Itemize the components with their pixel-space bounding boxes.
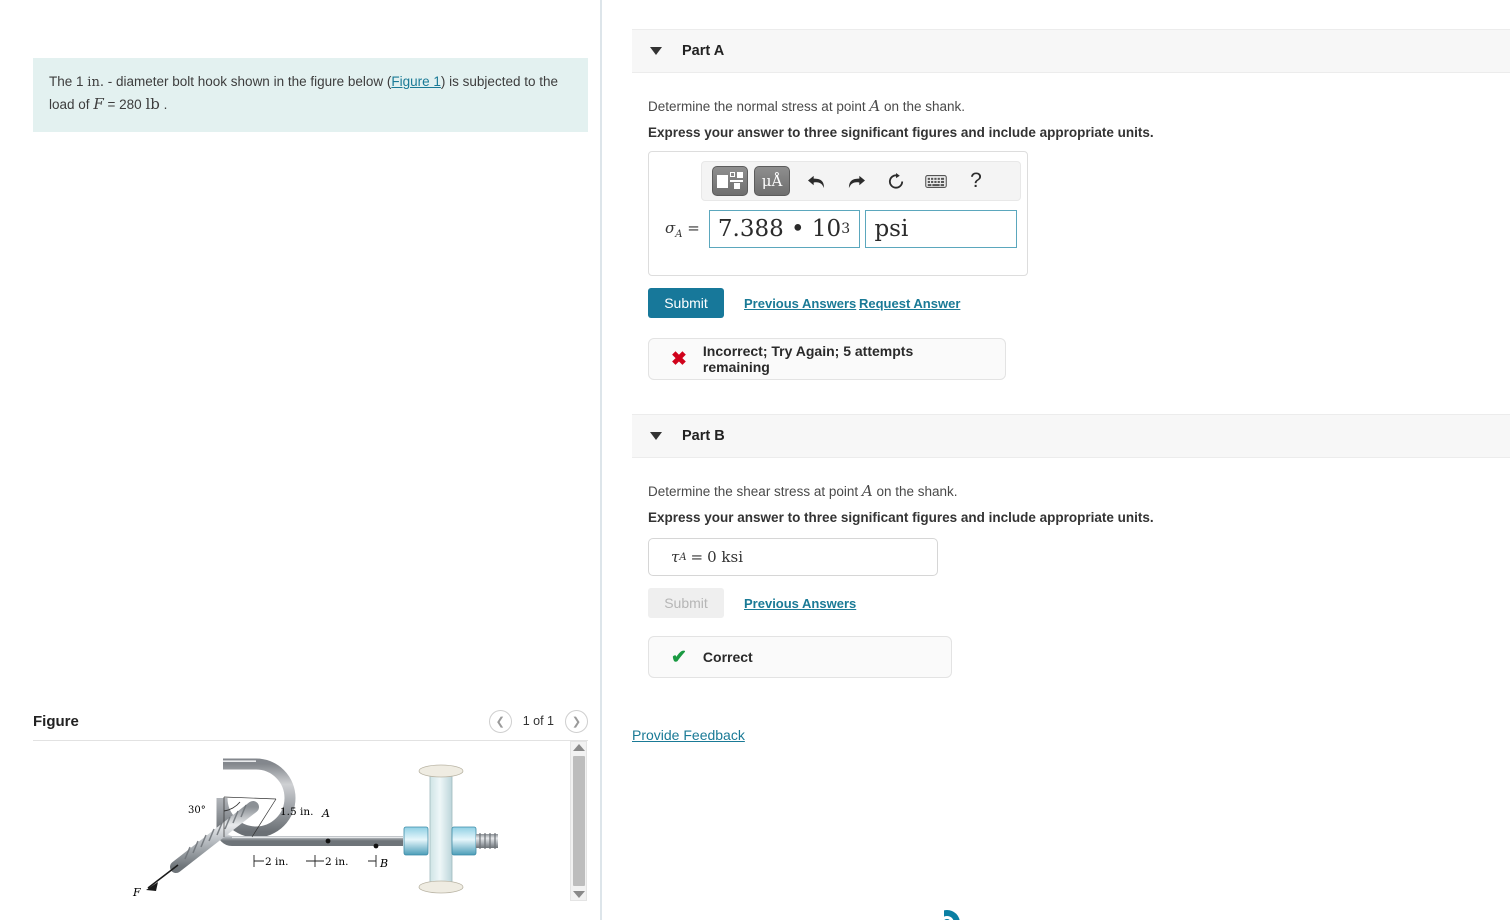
part-a-submit-button[interactable]: Submit [648,288,724,318]
figure-angle-label: 30° [188,805,206,816]
scroll-up-arrow-icon[interactable] [572,744,585,751]
part-a-value-input[interactable]: 7.388 • 10 3 [708,210,861,248]
figure-header: Figure ❮ 1 of 1 ❯ [33,703,588,739]
figure-1-link[interactable]: Figure 1 [391,74,441,89]
part-a-feedback-text: Incorrect; Try Again; 5 attempts remaini… [702,343,914,375]
part-a-request-answer-link[interactable]: Request Answer [859,296,960,311]
part-a-units-value: psi [874,216,909,242]
reset-circle-icon[interactable] [876,166,916,196]
force-unit: lb [145,95,160,114]
caret-down-icon[interactable] [650,47,662,55]
part-a-units-input[interactable]: psi [865,210,1017,248]
figure-radius-label: 1.5 in. [280,806,314,818]
part-a-feedback: ✖ Incorrect; Try Again; 5 attempts remai… [648,338,1006,380]
part-b-answer-equals: = [690,548,704,566]
part-b-prompt-after: on the shank. [876,484,958,499]
check-mark-icon: ✔ [671,646,687,668]
bolt-hook-diagram: F 30° 1.5 in. A B 2 in. 2 in. [128,749,508,904]
undo-arrow-icon[interactable] [796,166,836,196]
problem-period: . [163,97,168,113]
partial-badge-icon[interactable] [934,905,978,920]
part-b-prompt-before: Determine the shear stress at point [648,484,859,499]
part-b-feedback: ✔ Correct [648,636,952,678]
part-a-prompt-before: Determine the normal stress at point [648,99,866,114]
scroll-down-arrow-icon[interactable] [572,891,585,898]
problem-statement: The 1 in. - diameter bolt hook shown in … [33,58,588,133]
right-panel: Part A Determine the normal stress at po… [604,0,1510,920]
part-a-answer-widget: μÅ ? σA = 7.388 • 10 3 psi [648,151,1028,276]
math-template-icon[interactable] [712,166,748,196]
problem-text-before: The 1 [49,74,84,89]
redo-arrow-icon[interactable] [836,166,876,196]
part-a-label: Part A [682,43,725,59]
part-b-answer-value: 0 ksi [707,548,744,566]
part-a-instruction: Express your answer to three significant… [648,125,1154,140]
caret-down-icon[interactable] [650,432,662,440]
help-question-icon[interactable]: ? [956,166,996,196]
figure-scrollbar[interactable] [570,741,587,901]
figure-body: F 30° 1.5 in. A B 2 in. 2 in. [33,741,588,920]
part-b-submit-button: Submit [648,588,724,618]
chevron-right-icon[interactable]: ❯ [565,709,588,733]
part-a-math-toolbar: μÅ ? [701,161,1021,201]
page-root: The 1 in. - diameter bolt hook shown in … [0,0,1510,920]
part-a-prompt-after: on the shank. [883,99,966,114]
part-b-instruction: Express your answer to three significant… [648,510,1154,525]
figure-force-label: F [132,886,141,899]
figure-counter: 1 of 1 [522,714,554,728]
force-symbol: F [93,95,104,114]
scrollbar-thumb[interactable] [572,756,585,886]
x-mark-icon: ✖ [671,348,687,370]
part-b-feedback-text: Correct [702,649,753,665]
chevron-left-icon[interactable]: ❮ [488,709,512,733]
figure-dim1-label: 2 in. [265,856,288,868]
units-glyph: μÅ [761,172,783,190]
figure-title: Figure [33,712,79,730]
part-b-header[interactable]: Part B [632,414,1510,458]
figure-navigation: ❮ 1 of 1 ❯ [488,709,588,733]
left-panel: The 1 in. - diameter bolt hook shown in … [0,0,602,920]
sigma-symbol: σ [665,218,676,237]
sigma-subscript: A [675,228,683,240]
part-b-prompt: Determine the shear stress at point A on… [648,482,958,500]
part-a-prompt: Determine the normal stress at point A o… [648,97,965,115]
figure-point-a-label: A [321,807,330,820]
force-equals: = 280 [107,97,142,113]
problem-unit-in: in. [87,75,104,90]
part-a-value-exponent: 3 [841,221,851,237]
part-a-header[interactable]: Part A [632,29,1510,73]
part-b-previous-answers-link[interactable]: Previous Answers [744,596,856,611]
part-b-prompt-var: A [861,482,873,500]
answer-equals: = [687,218,700,237]
provide-feedback-link[interactable]: Provide Feedback [632,727,745,743]
part-a-previous-answers-link[interactable]: Previous Answers [744,296,856,311]
part-a-prompt-var: A [869,97,881,115]
part-b-label: Part B [682,428,725,444]
math-template-glyph [717,171,743,191]
part-a-value-mantissa: 7.388 • 10 [717,216,842,242]
problem-text-mid: - diameter bolt hook shown in the figure… [107,74,392,89]
figure-point-b-label: B [379,857,388,870]
figure-dim2-label: 2 in. [325,856,348,868]
keyboard-icon[interactable] [916,166,956,196]
part-a-answer-row: σA = 7.388 • 10 3 psi [659,210,1017,248]
part-a-answer-symbol: σA = [659,219,709,240]
tau-subscript: A [679,551,687,563]
micro-angstrom-units-icon[interactable]: μÅ [754,166,790,196]
part-b-answer-field[interactable]: τA = 0 ksi [648,538,938,576]
